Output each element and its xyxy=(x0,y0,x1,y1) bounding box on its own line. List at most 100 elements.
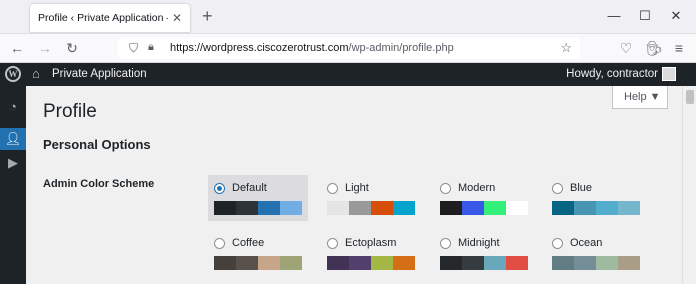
color-swatch xyxy=(393,256,415,270)
browser-nav-bar: ← → ↻ ⛉ 🔒︎ https://wordpress.ciscozerotr… xyxy=(0,34,696,63)
color-scheme-header: Midnight xyxy=(440,236,534,250)
color-scheme-header: Ectoplasm xyxy=(327,236,421,250)
color-scheme-option-modern[interactable]: Modern xyxy=(434,175,534,221)
color-swatches xyxy=(214,256,308,270)
tracking-protection-icon[interactable]: ⛉ xyxy=(129,41,138,56)
avatar[interactable] xyxy=(662,67,676,81)
color-scheme-option-midnight[interactable]: Midnight xyxy=(434,230,534,276)
color-swatch xyxy=(214,201,236,215)
forward-icon[interactable]: → xyxy=(36,40,54,56)
tab-title: Profile ‹ Private Application — WordPres… xyxy=(38,12,168,24)
color-swatches xyxy=(552,256,646,270)
radio-button[interactable] xyxy=(327,237,338,249)
color-scheme-header: Modern xyxy=(440,181,534,195)
scrollbar-thumb[interactable] xyxy=(686,90,694,104)
color-swatch xyxy=(462,201,484,215)
lock-icon[interactable]: 🔒︎ xyxy=(148,41,154,54)
color-scheme-name: Coffee xyxy=(232,237,265,249)
dashboard-icon[interactable]: ◔ xyxy=(0,96,26,118)
color-swatch xyxy=(440,256,462,270)
wordpress-logo-icon[interactable]: W xyxy=(5,66,21,82)
color-scheme-header: Blue xyxy=(552,181,646,195)
radio-button[interactable] xyxy=(440,237,451,249)
admin-color-scheme-label: Admin Color Scheme xyxy=(43,178,155,190)
color-swatches xyxy=(440,256,534,270)
section-title: Personal Options xyxy=(43,137,151,152)
minimize-icon[interactable]: — xyxy=(604,8,624,23)
menu-icon[interactable]: ≡ xyxy=(670,40,688,56)
color-scheme-option-ocean[interactable]: Ocean xyxy=(546,230,646,276)
close-tab-icon[interactable]: ✕ xyxy=(172,11,182,25)
back-icon[interactable]: ← xyxy=(8,40,26,56)
color-swatch xyxy=(280,256,302,270)
color-swatch xyxy=(552,201,574,215)
color-swatch xyxy=(596,201,618,215)
color-scheme-option-ectoplasm[interactable]: Ectoplasm xyxy=(321,230,421,276)
color-scheme-header: Light xyxy=(327,181,421,195)
url-text[interactable]: https://wordpress.ciscozerotrust.com/wp-… xyxy=(170,42,454,54)
radio-button[interactable] xyxy=(552,182,563,194)
bookmark-star-icon[interactable]: ☆ xyxy=(560,40,572,56)
close-window-icon[interactable]: ✕ xyxy=(666,8,686,24)
color-swatch xyxy=(214,256,236,270)
color-scheme-name: Ectoplasm xyxy=(345,237,397,249)
extension-icon[interactable]: 🕵︎ xyxy=(645,40,663,56)
site-name-link[interactable]: Private Application xyxy=(52,68,147,80)
color-scheme-option-default[interactable]: Default xyxy=(208,175,308,221)
help-button[interactable]: Help ▼ xyxy=(612,86,668,109)
color-swatches xyxy=(214,201,308,215)
reload-icon[interactable]: ↻ xyxy=(63,40,81,56)
browser-tab-bar: Profile ‹ Private Application — WordPres… xyxy=(0,0,696,34)
color-swatch xyxy=(552,256,574,270)
color-swatches xyxy=(327,256,421,270)
color-swatch xyxy=(506,201,528,215)
url-path: /wp-admin/profile.php xyxy=(348,42,454,54)
color-scheme-header: Coffee xyxy=(214,236,308,250)
home-icon[interactable]: ⌂ xyxy=(32,66,40,81)
color-scheme-name: Ocean xyxy=(570,237,603,249)
radio-button[interactable] xyxy=(440,182,451,194)
color-scheme-option-light[interactable]: Light xyxy=(321,175,421,221)
color-swatch xyxy=(393,201,415,215)
collapse-menu-icon[interactable]: ▶ xyxy=(0,152,26,174)
profile-icon[interactable]: 👤︎ xyxy=(0,128,26,150)
color-scheme-name: Light xyxy=(345,182,369,194)
color-swatch xyxy=(327,256,349,270)
radio-button[interactable] xyxy=(552,237,563,249)
color-swatch xyxy=(327,201,349,215)
color-swatch xyxy=(440,201,462,215)
color-swatch xyxy=(484,256,506,270)
color-swatch xyxy=(258,201,280,215)
url-host: https://wordpress.ciscozerotrust.com xyxy=(170,42,349,54)
color-scheme-name: Blue xyxy=(570,182,593,194)
color-scheme-name: Modern xyxy=(458,182,496,194)
radio-button[interactable] xyxy=(214,237,225,249)
color-swatch xyxy=(349,256,371,270)
color-scheme-header: Ocean xyxy=(552,236,646,250)
howdy-user-link[interactable]: Howdy, contractor xyxy=(566,68,658,80)
url-bar[interactable]: ⛉ 🔒︎ https://wordpress.ciscozerotrust.co… xyxy=(118,38,580,59)
browser-tab[interactable]: Profile ‹ Private Application — WordPres… xyxy=(30,4,190,32)
color-scheme-header: Default xyxy=(214,181,308,195)
new-tab-icon[interactable]: + xyxy=(202,5,213,27)
color-swatch xyxy=(280,201,302,215)
color-swatches xyxy=(552,201,646,215)
color-swatch xyxy=(462,256,484,270)
color-swatch xyxy=(574,256,596,270)
radio-button[interactable] xyxy=(327,182,338,194)
wp-admin-bar: W ⌂ Private Application Howdy, contracto… xyxy=(0,63,696,86)
color-swatch xyxy=(236,256,258,270)
color-swatch xyxy=(574,201,596,215)
color-scheme-option-coffee[interactable]: Coffee xyxy=(208,230,308,276)
color-scheme-option-blue[interactable]: Blue xyxy=(546,175,646,221)
color-swatch xyxy=(371,201,393,215)
color-swatch xyxy=(484,201,506,215)
page-title: Profile xyxy=(43,101,97,122)
color-swatch xyxy=(618,256,640,270)
color-scheme-name: Midnight xyxy=(458,237,500,249)
pocket-icon[interactable]: ♡ xyxy=(617,40,635,56)
maximize-icon[interactable]: ☐ xyxy=(635,8,655,24)
scrollbar[interactable] xyxy=(682,86,696,284)
color-swatch xyxy=(596,256,618,270)
radio-button[interactable] xyxy=(214,182,225,194)
